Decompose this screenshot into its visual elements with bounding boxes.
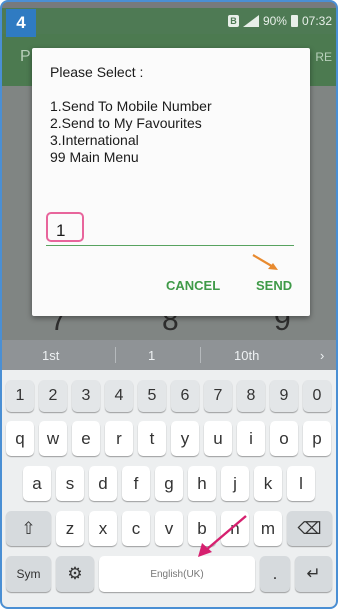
reply-input[interactable]: 1 (46, 212, 294, 246)
key-w[interactable]: w (39, 421, 67, 456)
menu-item: 3.International (50, 132, 139, 148)
status-bar: B 90% 07:32 (2, 8, 336, 34)
key-u[interactable]: u (204, 421, 232, 456)
app-header-right-text: RE (315, 50, 332, 64)
menu-item: 99 Main Menu (50, 149, 139, 165)
enter-key-icon[interactable]: ↵ (295, 556, 332, 592)
key-h[interactable]: h (188, 466, 216, 501)
key-6[interactable]: 6 (171, 380, 199, 412)
key-i[interactable]: i (237, 421, 265, 456)
key-j[interactable]: j (221, 466, 249, 501)
pointer-arrow-icon (198, 515, 247, 557)
cancel-button[interactable]: CANCEL (166, 278, 220, 293)
battery-icon (290, 15, 298, 27)
key-5[interactable]: 5 (138, 380, 166, 412)
ussd-dialog: Please Select : 1.Send To Mobile Number … (32, 48, 310, 316)
battery-level: 90% (262, 14, 287, 28)
key-g[interactable]: g (155, 466, 183, 501)
suggestion-more-icon[interactable]: › (320, 348, 324, 363)
key-o[interactable]: o (270, 421, 298, 456)
send-pointer-arrow-icon (252, 254, 278, 270)
suggestion-item[interactable]: 10th (234, 348, 259, 363)
key-p[interactable]: p (303, 421, 331, 456)
sym-key[interactable]: Sym (6, 556, 51, 592)
suggestion-item[interactable]: 1st (42, 348, 59, 363)
key-v[interactable]: v (155, 511, 183, 546)
key-1[interactable]: 1 (6, 380, 34, 412)
suggestion-bar: 1st 1 10th › (2, 340, 336, 370)
key-e[interactable]: e (72, 421, 100, 456)
key-z[interactable]: z (56, 511, 84, 546)
key-s[interactable]: s (56, 466, 84, 501)
key-f[interactable]: f (122, 466, 150, 501)
step-badge: 4 (6, 9, 36, 37)
key-l[interactable]: l (287, 466, 315, 501)
keyboard: 1st 1 10th › 1 2 3 4 5 6 7 8 9 0 q w e r… (2, 340, 336, 607)
reply-input-value: 1 (56, 221, 66, 240)
suggestion-item[interactable]: 1 (148, 348, 155, 363)
suggestion-divider (200, 347, 201, 363)
key-9[interactable]: 9 (270, 380, 298, 412)
key-t[interactable]: t (138, 421, 166, 456)
key-a[interactable]: a (23, 466, 51, 501)
key-r[interactable]: r (105, 421, 133, 456)
key-d[interactable]: d (89, 466, 117, 501)
key-3[interactable]: 3 (72, 380, 100, 412)
dialog-title: Please Select : (50, 64, 144, 80)
key-7[interactable]: 7 (204, 380, 232, 412)
shift-key-icon[interactable]: ⇧ (6, 511, 51, 546)
app-header-left-text: P (20, 48, 31, 65)
key-0[interactable]: 0 (303, 380, 331, 412)
period-key[interactable]: . (260, 556, 290, 592)
key-2[interactable]: 2 (39, 380, 67, 412)
b-icon: B (227, 15, 239, 27)
menu-list: 1.Send To Mobile Number 2.Send to My Fav… (50, 98, 212, 166)
key-y[interactable]: y (171, 421, 199, 456)
key-q[interactable]: q (6, 421, 34, 456)
key-4[interactable]: 4 (105, 380, 133, 412)
suggestion-divider (115, 347, 116, 363)
clock: 07:32 (301, 14, 332, 28)
menu-item: 2.Send to My Favourites (50, 115, 202, 131)
key-m[interactable]: m (254, 511, 282, 546)
screenshot-frame: B 90% 07:32 P RE 7 8 9 Please Select : 1… (0, 0, 338, 609)
send-button[interactable]: SEND (256, 278, 292, 293)
menu-item: 1.Send To Mobile Number (50, 98, 212, 114)
signal-icon (242, 15, 259, 27)
settings-key-icon[interactable]: ⚙ (56, 556, 94, 592)
backspace-key-icon[interactable]: ⌫ (287, 511, 332, 546)
key-k[interactable]: k (254, 466, 282, 501)
key-c[interactable]: c (122, 511, 150, 546)
key-x[interactable]: x (89, 511, 117, 546)
key-8[interactable]: 8 (237, 380, 265, 412)
